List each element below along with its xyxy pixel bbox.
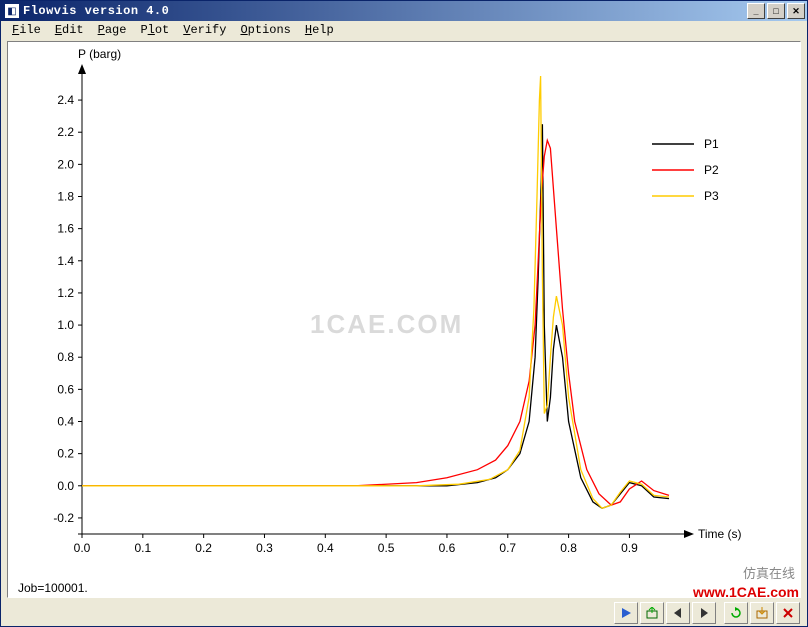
svg-text:-0.2: -0.2 (53, 511, 74, 525)
svg-text:0.8: 0.8 (57, 350, 74, 364)
legend-p1: P1 (704, 137, 719, 151)
series-p3 (82, 76, 669, 508)
plot-panel: -0.2 0.0 0.2 0.4 0.6 0.8 1.0 1.2 1.4 1.6 1.8 2.0 2.2… (7, 41, 801, 598)
svg-text:2.2: 2.2 (57, 125, 74, 139)
export-button[interactable] (640, 602, 664, 624)
app-window: ◧ Flowvis version 4.0 _ □ ✕ File Edit Pa… (0, 0, 808, 627)
svg-text:0.3: 0.3 (256, 541, 273, 555)
x-axis-label: Time (s) (698, 527, 742, 541)
svg-text:0.2: 0.2 (57, 447, 74, 461)
svg-text:1.4: 1.4 (57, 254, 74, 268)
delete-button[interactable] (776, 602, 800, 624)
svg-text:0.6: 0.6 (57, 382, 74, 396)
svg-text:2.0: 2.0 (57, 157, 74, 171)
svg-text:0.2: 0.2 (195, 541, 212, 555)
back-button[interactable] (666, 602, 690, 624)
client-area: -0.2 0.0 0.2 0.4 0.6 0.8 1.0 1.2 1.4 1.6 1.8 2.0 2.2… (3, 39, 805, 600)
menu-help[interactable]: Help (298, 23, 341, 37)
menu-plot[interactable]: Plot (133, 23, 176, 37)
close-button[interactable]: ✕ (787, 3, 805, 19)
minimize-button[interactable]: _ (747, 3, 765, 19)
svg-text:0.5: 0.5 (378, 541, 395, 555)
svg-text:1.0: 1.0 (57, 318, 74, 332)
svg-text:0.1: 0.1 (134, 541, 151, 555)
menu-options[interactable]: Options (233, 23, 297, 37)
svg-text:2.4: 2.4 (57, 93, 74, 107)
app-icon: ◧ (5, 4, 19, 18)
svg-text:0.4: 0.4 (57, 415, 74, 429)
series-p1 (82, 124, 669, 508)
svg-text:1.6: 1.6 (57, 222, 74, 236)
menu-verify[interactable]: Verify (176, 23, 233, 37)
job-label: Job=100001. (18, 581, 88, 595)
import-icon (756, 607, 768, 619)
svg-text:1.2: 1.2 (57, 286, 74, 300)
x-icon (782, 607, 794, 619)
arrow-left-icon (672, 607, 684, 619)
maximize-button[interactable]: □ (767, 3, 785, 19)
window-title: Flowvis version 4.0 (23, 4, 747, 18)
svg-text:1.8: 1.8 (57, 190, 74, 204)
forward-button[interactable] (692, 602, 716, 624)
menu-file[interactable]: File (5, 23, 48, 37)
series-p2 (82, 140, 669, 505)
window-buttons: _ □ ✕ (747, 3, 805, 19)
refresh-button[interactable] (724, 602, 748, 624)
import-button[interactable] (750, 602, 774, 624)
titlebar[interactable]: ◧ Flowvis version 4.0 _ □ ✕ (1, 1, 807, 21)
play-icon (620, 607, 632, 619)
svg-text:P (barg): P (barg) (78, 47, 121, 61)
arrow-right-icon (698, 607, 710, 619)
legend-p2: P2 (704, 163, 719, 177)
menu-edit[interactable]: Edit (48, 23, 91, 37)
svg-text:0.8: 0.8 (560, 541, 577, 555)
svg-text:0.4: 0.4 (317, 541, 334, 555)
svg-text:0.9: 0.9 (621, 541, 638, 555)
export-icon (646, 607, 658, 619)
svg-text:0.6: 0.6 (439, 541, 456, 555)
menubar: File Edit Page Plot Verify Options Help (1, 21, 807, 39)
svg-text:0.0: 0.0 (57, 479, 74, 493)
refresh-icon (730, 607, 742, 619)
menu-page[interactable]: Page (91, 23, 134, 37)
play-button[interactable] (614, 602, 638, 624)
bottom-toolbar (3, 602, 805, 624)
plot-area: -0.2 0.0 0.2 0.4 0.6 0.8 1.0 1.2 1.4 1.6 1.8 2.0 2.2… (10, 44, 798, 595)
chart-svg: -0.2 0.0 0.2 0.4 0.6 0.8 1.0 1.2 1.4 1.6 1.8 2.0 2.2… (10, 44, 802, 600)
svg-text:0.0: 0.0 (74, 541, 91, 555)
legend-p3: P3 (704, 189, 719, 203)
svg-text:0.7: 0.7 (499, 541, 516, 555)
